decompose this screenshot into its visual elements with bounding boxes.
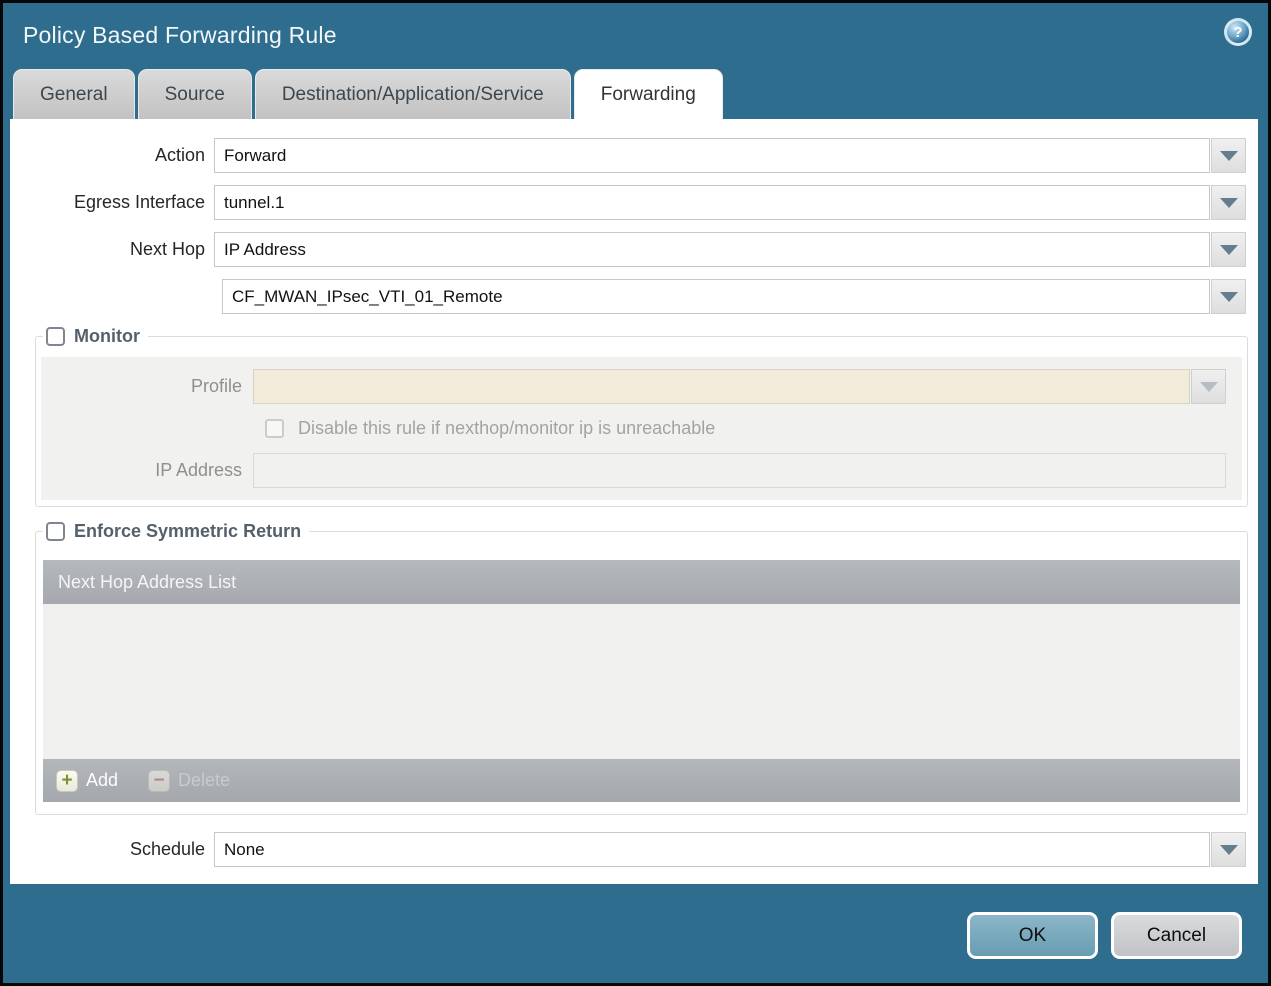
action-row: Action <box>10 138 1246 173</box>
dialog-titlebar: Policy Based Forwarding Rule ? <box>3 3 1268 68</box>
monitor-ip-address-input <box>253 453 1226 488</box>
tab-destination-application-service[interactable]: Destination/Application/Service <box>254 69 571 119</box>
forwarding-tab-panel: Action Egress Interface Next Hop <box>10 119 1258 884</box>
symmetric-return-legend-label: Enforce Symmetric Return <box>74 521 302 541</box>
egress-interface-row: Egress Interface <box>10 185 1246 220</box>
next-hop-row: Next Hop <box>10 232 1246 267</box>
cancel-button[interactable]: Cancel <box>1111 912 1242 959</box>
add-button-label: Add <box>86 770 119 790</box>
chevron-down-icon <box>1219 844 1238 855</box>
delete-button-label: Delete <box>178 770 231 790</box>
disable-rule-row: Disable this rule if nexthop/monitor ip … <box>41 418 1236 439</box>
help-glyph: ? <box>1233 23 1243 41</box>
next-hop-type-combo <box>214 232 1246 267</box>
next-hop-address-input[interactable] <box>222 279 1210 314</box>
pbf-rule-dialog: Policy Based Forwarding Rule ? General S… <box>0 0 1271 986</box>
monitor-group: Monitor Profile Disable this rule if nex… <box>35 326 1248 507</box>
next-hop-address-list-body[interactable] <box>43 604 1240 759</box>
delete-button: − Delete <box>148 769 231 792</box>
next-hop-address-list-header: Next Hop Address List <box>43 560 1240 604</box>
tab-general[interactable]: General <box>13 69 135 119</box>
egress-interface-dropdown-button[interactable] <box>1211 185 1246 220</box>
monitor-ip-address-label: IP Address <box>155 460 242 480</box>
egress-interface-input[interactable] <box>214 185 1210 220</box>
next-hop-address-list-table: Next Hop Address List + Add − Delete <box>43 560 1240 802</box>
profile-dropdown-button <box>1191 369 1226 404</box>
symmetric-return-group: Enforce Symmetric Return Next Hop Addres… <box>35 521 1248 815</box>
schedule-input[interactable] <box>214 832 1210 867</box>
tab-source[interactable]: Source <box>137 69 252 119</box>
delete-icon: − <box>148 769 171 792</box>
symmetric-return-legend-row: Enforce Symmetric Return <box>43 521 309 542</box>
symmetric-return-checkbox[interactable] <box>46 522 65 541</box>
help-icon[interactable]: ? <box>1224 18 1252 46</box>
action-input[interactable] <box>214 138 1210 173</box>
action-dropdown-button[interactable] <box>1211 138 1246 173</box>
ok-button[interactable]: OK <box>967 912 1098 959</box>
disable-rule-checkbox <box>265 419 284 438</box>
next-hop-label: Next Hop <box>129 239 205 259</box>
next-hop-address-dropdown-button[interactable] <box>1211 279 1246 314</box>
action-combo <box>214 138 1246 173</box>
next-hop-address-row <box>10 279 1246 314</box>
next-hop-type-input[interactable] <box>214 232 1210 267</box>
chevron-down-icon <box>1199 381 1218 392</box>
schedule-label: Schedule <box>129 839 205 859</box>
chevron-down-icon <box>1219 291 1238 302</box>
schedule-combo <box>214 832 1246 867</box>
next-hop-address-combo <box>222 279 1246 314</box>
egress-interface-combo <box>214 185 1246 220</box>
profile-row: Profile <box>41 369 1236 404</box>
chevron-down-icon <box>1219 244 1238 255</box>
monitor-panel: Profile Disable this rule if nexthop/mon… <box>41 357 1242 500</box>
dialog-footer: OK Cancel <box>3 884 1268 983</box>
monitor-legend-row: Monitor <box>43 326 148 347</box>
egress-interface-label: Egress Interface <box>73 192 205 212</box>
action-label: Action <box>154 145 205 165</box>
monitor-legend-label: Monitor <box>74 326 140 346</box>
tab-forwarding[interactable]: Forwarding <box>573 69 723 119</box>
monitor-ip-address-row: IP Address <box>41 453 1236 488</box>
profile-label: Profile <box>190 376 242 396</box>
chevron-down-icon <box>1219 197 1238 208</box>
dialog-title: Policy Based Forwarding Rule <box>23 22 337 48</box>
next-hop-address-list-footer: + Add − Delete <box>43 759 1240 802</box>
monitor-ip-address-wrap <box>253 453 1226 488</box>
monitor-checkbox[interactable] <box>46 327 65 346</box>
chevron-down-icon <box>1219 150 1238 161</box>
next-hop-type-dropdown-button[interactable] <box>1211 232 1246 267</box>
disable-rule-label: Disable this rule if nexthop/monitor ip … <box>298 418 716 438</box>
tab-bar: General Source Destination/Application/S… <box>3 68 1268 119</box>
schedule-row: Schedule <box>10 832 1246 867</box>
add-icon: + <box>56 769 78 792</box>
add-button[interactable]: + Add <box>56 769 119 792</box>
schedule-dropdown-button[interactable] <box>1211 832 1246 867</box>
profile-input <box>253 369 1190 404</box>
profile-combo <box>253 369 1226 404</box>
